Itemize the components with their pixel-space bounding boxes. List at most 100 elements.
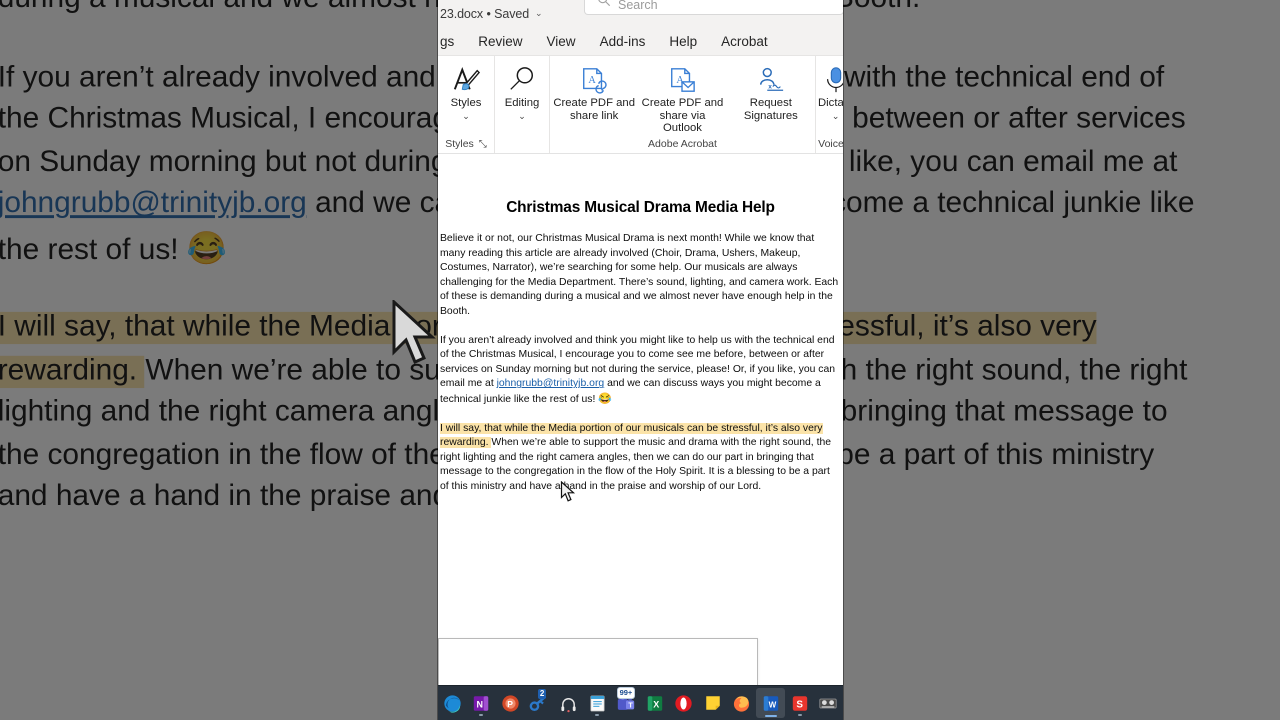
create-pdf-and-share-link-button[interactable]: A Create PDF and share link — [550, 60, 638, 122]
search-box[interactable]: Search — [585, 0, 843, 14]
request-signature-icon: x — [755, 64, 787, 95]
document-paragraph-3[interactable]: I will say, that while the Media portion… — [440, 422, 841, 495]
magnifier-icon — [507, 64, 537, 95]
notepad-icon — [590, 695, 605, 711]
taskbar-item-snagit[interactable]: S — [785, 688, 814, 718]
ribbon-group-adobe-acrobat: A Create PDF and share link A Create PDF… — [550, 56, 816, 153]
ribbon-group-label-adobe-acrobat: Adobe Acrobat — [648, 138, 717, 150]
ribbon-group-label-styles: Styles ⤡ — [445, 138, 487, 150]
taskbar-item-opera[interactable] — [669, 688, 698, 718]
headset-icon — [561, 697, 576, 712]
paragraph-1-text: Believe it or not, our Christmas Musical… — [440, 233, 839, 317]
onenote-icon: N — [474, 695, 489, 711]
title-bar: 23.docx • Saved ⌄ Search — [438, 0, 843, 27]
search-placeholder: Search — [618, 0, 658, 12]
svg-text:P: P — [507, 698, 513, 708]
email-link[interactable]: johngrubb@trinityjb.org — [497, 378, 605, 389]
firefox-icon — [734, 695, 750, 712]
taskbar-item-edge[interactable] — [438, 688, 467, 718]
ribbon-group-label-voice: Voice — [818, 138, 843, 150]
excel-icon: X — [647, 695, 663, 711]
ribbon-group-voice: Dictate ⌄ Voice — [816, 56, 843, 153]
word-icon: W — [763, 695, 778, 711]
dictate-button[interactable]: Dictate ⌄ — [816, 60, 843, 121]
taskbar-running-indicator — [797, 714, 802, 716]
tab-settings-clipped[interactable]: gs — [438, 32, 466, 51]
title-chevron-down-icon[interactable]: ⌄ — [535, 8, 543, 19]
styles-button-label: Styles — [450, 97, 482, 109]
taskbar-item-firefox[interactable] — [727, 688, 756, 718]
tab-acrobat[interactable]: Acrobat — [709, 32, 780, 51]
ribbon-group-editing: Editing ⌄ — [495, 56, 550, 153]
tab-view[interactable]: View — [535, 32, 588, 51]
document-paragraph-1[interactable]: Believe it or not, our Christmas Musical… — [440, 232, 841, 320]
svg-text:x: x — [768, 83, 772, 90]
snagit-icon: S — [792, 695, 807, 711]
styles-chevron-down-icon[interactable]: ⌄ — [462, 111, 470, 121]
paragraph-3-text-a: When we’re able to support the music and… — [491, 437, 718, 449]
request-signatures-button[interactable]: x Request Signatures — [727, 60, 815, 122]
document-title-filename[interactable]: 23.docx • Saved — [440, 7, 529, 21]
taskbar-item-excel[interactable]: X — [641, 688, 670, 718]
document-heading: Christmas Musical Drama Media Help — [506, 199, 775, 216]
laughing-emoji-icon: 😂 — [598, 392, 612, 405]
request-signatures-label: Request Signatures — [743, 97, 798, 122]
styles-dialog-launcher-icon[interactable]: ⤡ — [479, 139, 487, 150]
window-right-edge — [843, 0, 844, 720]
tab-add-ins[interactable]: Add-ins — [588, 32, 658, 51]
taskbar-item-keeper[interactable]: 2 — [525, 688, 554, 718]
svg-text:S: S — [796, 699, 803, 710]
ribbon-group-label-editing — [495, 149, 549, 153]
tab-help[interactable]: Help — [657, 32, 709, 51]
document-page[interactable]: Christmas Musical Drama Media Help Belie… — [438, 154, 843, 509]
taskbar-active-indicator — [764, 715, 777, 717]
document-paragraph-2[interactable]: If you aren’t already involved and think… — [440, 334, 841, 408]
ribbon-tab-bar: gs Review View Add-ins Help Acrobat — [438, 27, 843, 56]
document-canvas[interactable]: Christmas Musical Drama Media Help Belie… — [438, 154, 843, 719]
email-link[interactable]: johngrubb@trinityjb.org — [0, 189, 307, 221]
taskbar-item-powerpoint[interactable]: P — [496, 688, 525, 718]
tab-review[interactable]: Review — [466, 32, 534, 51]
teams-badge-count: 99+ — [617, 688, 635, 698]
ribbon-body: Styles ⌄ Styles ⤡ Editing ⌄ A Create PDF… — [438, 56, 843, 154]
laughing-emoji-icon: 😂 — [186, 231, 228, 267]
taskbar-item-teams[interactable]: T 99+ — [612, 688, 641, 718]
camtasia-icon — [819, 698, 838, 708]
ribbon-group-styles: Styles ⌄ Styles ⤡ — [438, 56, 495, 153]
dictate-button-label: Dictate — [818, 97, 843, 109]
create-pdf-and-share-link-label: Create PDF and share link — [553, 97, 635, 122]
search-icon — [597, 0, 611, 12]
taskbar-item-headset[interactable] — [554, 688, 583, 718]
styles-button[interactable]: Styles ⌄ — [438, 60, 494, 121]
screen: Christmas Musical Drama Media Help Belie… — [0, 0, 1280, 720]
taskbar-item-onenote[interactable]: N — [467, 688, 496, 718]
taskbar-item-notepad[interactable] — [583, 688, 612, 718]
edge-icon — [444, 694, 461, 713]
word-window: 23.docx • Saved ⌄ Search gs Review View … — [438, 0, 843, 720]
editing-button-label: Editing — [504, 97, 540, 109]
sticky-note-icon — [706, 696, 720, 710]
pdf-mail-icon: A — [666, 64, 698, 95]
create-pdf-and-share-via-outlook-label: Create PDF and share via Outlook — [641, 97, 724, 135]
pdf-link-icon: A — [578, 64, 610, 95]
powerpoint-icon: P — [502, 694, 519, 712]
create-pdf-and-share-via-outlook-button[interactable]: A Create PDF and share via Outlook — [638, 60, 726, 135]
microphone-icon — [823, 64, 843, 95]
taskbar-running-indicator — [595, 714, 600, 716]
taskbar-item-word[interactable]: W — [756, 688, 786, 718]
taskbar-running-indicator — [479, 714, 484, 716]
opera-icon — [675, 694, 693, 712]
svg-text:A: A — [589, 74, 597, 85]
svg-text:W: W — [768, 700, 776, 709]
svg-text:T: T — [628, 700, 633, 709]
editing-button[interactable]: Editing ⌄ — [495, 60, 549, 121]
taskbar-item-camtasia[interactable] — [814, 688, 843, 718]
dictate-chevron-down-icon[interactable]: ⌄ — [832, 111, 840, 121]
taskbar: N P 2 T 99+ X W S — [438, 685, 843, 720]
taskbar-item-sticky-notes[interactable] — [698, 688, 727, 718]
keeper-badge-count: 2 — [537, 689, 547, 699]
editing-chevron-down-icon[interactable]: ⌄ — [518, 111, 526, 121]
styles-brush-icon — [451, 64, 481, 95]
svg-text:N: N — [477, 699, 484, 709]
svg-text:X: X — [653, 699, 659, 709]
